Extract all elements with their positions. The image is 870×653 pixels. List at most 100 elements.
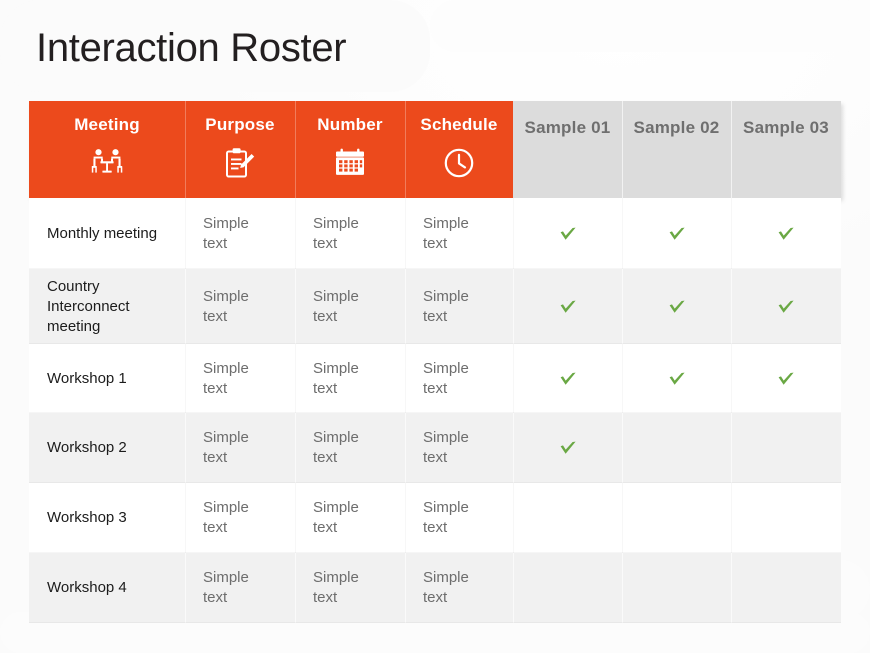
column-header-sample-01[interactable]: Sample 01: [513, 101, 622, 198]
check-icon: [669, 372, 685, 385]
cell-sample-01[interactable]: [513, 269, 622, 344]
cell-sample-03[interactable]: [731, 198, 841, 269]
column-header-sample-02[interactable]: Sample 02: [622, 101, 731, 198]
check-icon: [778, 372, 794, 385]
column-header-label: Sample 03: [743, 118, 829, 137]
cell-purpose: Simple text: [185, 483, 295, 553]
check-icon: [778, 227, 794, 240]
cell-schedule: Simple text: [405, 198, 513, 269]
check-icon: [560, 300, 576, 313]
cell-sample-02[interactable]: [622, 553, 731, 623]
cell-text: Simple text: [203, 287, 249, 325]
cell-meeting-name: Workshop 1: [47, 369, 127, 387]
cell-sample-01[interactable]: [513, 553, 622, 623]
table-row[interactable]: Monthly meeting Simple text Simple text Sim…: [29, 198, 841, 269]
cell-number: Simple text: [295, 344, 405, 413]
slide-canvas: Interaction Roster Meeting Purpose Numbe…: [0, 0, 870, 653]
check-icon: [669, 300, 685, 313]
cell-sample-01[interactable]: [513, 413, 622, 483]
cell-text: Simple text: [313, 287, 359, 325]
table-row[interactable]: Workshop 2 Simple text Simple text Simple t…: [29, 413, 841, 483]
check-icon: [778, 300, 794, 313]
cell-sample-03[interactable]: [731, 413, 841, 483]
table-row[interactable]: Workshop 1 Simple text Simple text Simple t…: [29, 344, 841, 413]
clipboard-pencil-icon: [225, 145, 255, 181]
cell-text: Simple text: [203, 499, 249, 536]
cell-number: Simple text: [295, 553, 405, 623]
table-row[interactable]: Workshop 3 Simple text Simple text Simple t…: [29, 483, 841, 553]
column-header-label: Sample 02: [633, 118, 720, 137]
column-header-purpose[interactable]: Purpose: [185, 101, 295, 198]
cell-text: Simple text: [423, 429, 469, 466]
cell-text: Simple text: [203, 569, 249, 606]
cell-sample-03[interactable]: [731, 553, 841, 623]
cell-number: Simple text: [295, 198, 405, 269]
column-header-number[interactable]: Number: [295, 101, 405, 198]
cell-number: Simple text: [295, 413, 405, 483]
table-row[interactable]: Country Interconnect meeting Simple text S…: [29, 269, 841, 344]
cell-schedule: Simple text: [405, 483, 513, 553]
cell-text: Simple text: [313, 359, 359, 397]
cell-text: Simple text: [423, 569, 469, 606]
cell-number: Simple text: [295, 269, 405, 344]
table-row[interactable]: Workshop 4 Simple text Simple text Simple t…: [29, 553, 841, 623]
column-header-label: Sample 01: [524, 118, 611, 137]
cell-text: Simple text: [423, 287, 469, 325]
column-header-label: Schedule: [420, 115, 498, 134]
cell-schedule: Simple text: [405, 553, 513, 623]
cell-meeting-name: Country Interconnect meeting: [47, 277, 130, 335]
cell-purpose: Simple text: [185, 344, 295, 413]
cell-sample-03[interactable]: [731, 483, 841, 553]
cell-sample-01[interactable]: [513, 344, 622, 413]
cell-meeting-name: Workshop 2: [47, 439, 127, 456]
column-header-meeting[interactable]: Meeting: [29, 101, 185, 198]
cell-text: Simple text: [203, 214, 249, 252]
cell-meeting-name: Workshop 4: [47, 579, 127, 596]
calendar-icon: [334, 145, 366, 181]
cell-sample-02[interactable]: [622, 344, 731, 413]
cell-text: Simple text: [313, 214, 359, 252]
cell-schedule: Simple text: [405, 344, 513, 413]
row-divider: [29, 622, 841, 623]
meeting-people-table-icon: [90, 145, 124, 181]
column-header-label: Number: [317, 115, 383, 134]
cell-sample-02[interactable]: [622, 198, 731, 269]
cell-schedule: Simple text: [405, 413, 513, 483]
cell-meeting-name: Monthly meeting: [47, 224, 158, 242]
cell-text: Simple text: [203, 359, 249, 397]
check-icon: [560, 227, 576, 240]
cell-sample-03[interactable]: [731, 269, 841, 344]
column-header-label: Meeting: [74, 115, 140, 134]
cell-text: Simple text: [423, 214, 469, 252]
column-header-label: Purpose: [205, 115, 275, 134]
cell-text: Simple text: [423, 359, 469, 397]
background-texture: [430, 0, 870, 52]
cell-sample-03[interactable]: [731, 344, 841, 413]
cell-purpose: Simple text: [185, 269, 295, 344]
cell-sample-02[interactable]: [622, 413, 731, 483]
cell-sample-02[interactable]: [622, 269, 731, 344]
cell-text: Simple text: [313, 429, 359, 466]
clipboard-pencil-icon: [226, 148, 255, 178]
cell-sample-01[interactable]: [513, 198, 622, 269]
check-icon: [560, 441, 576, 454]
check-icon: [669, 227, 685, 240]
cell-sample-01[interactable]: [513, 483, 622, 553]
interaction-roster-table: Meeting Purpose Number Schedule Sample 0…: [29, 101, 841, 623]
cell-text: Simple text: [203, 429, 249, 466]
cell-sample-02[interactable]: [622, 483, 731, 553]
cell-text: Simple text: [313, 569, 359, 606]
column-header-schedule[interactable]: Schedule: [405, 101, 513, 198]
cell-meeting-name: Workshop 3: [47, 509, 127, 526]
cell-purpose: Simple text: [185, 198, 295, 269]
cell-purpose: Simple text: [185, 553, 295, 623]
cell-number: Simple text: [295, 483, 405, 553]
clock-icon: [443, 145, 475, 181]
page-title: Interaction Roster: [36, 26, 347, 70]
cell-text: Simple text: [423, 499, 469, 536]
table-body: Monthly meeting Simple text Simple text Sim…: [29, 198, 841, 623]
column-header-sample-03[interactable]: Sample 03: [731, 101, 841, 198]
calendar-icon: [336, 148, 364, 175]
table-header-row: Meeting Purpose Number Schedule Sample 0…: [29, 101, 841, 198]
clock-icon: [444, 148, 474, 178]
